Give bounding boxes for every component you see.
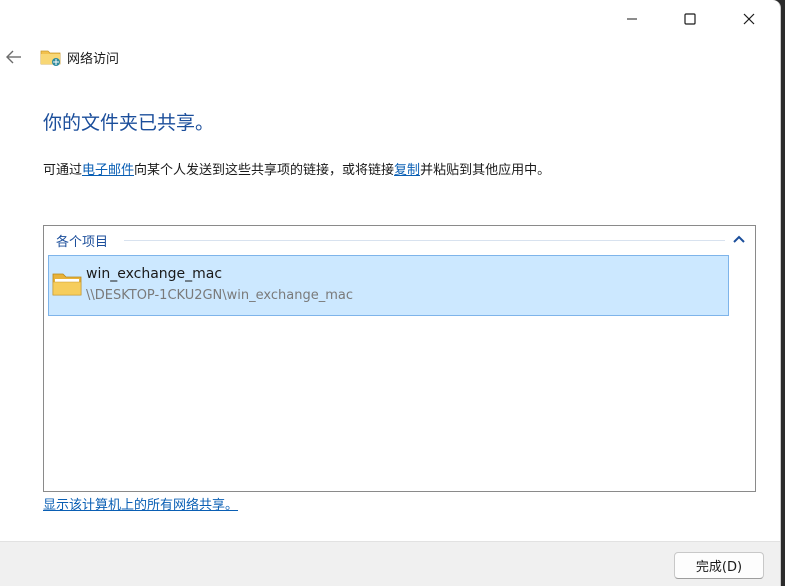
minimize-button[interactable] — [602, 0, 662, 38]
network-folder-icon — [40, 50, 61, 66]
footer: 完成(D) — [0, 541, 780, 586]
back-button[interactable] — [2, 45, 26, 69]
page-heading: 你的文件夹已共享。 — [43, 112, 215, 134]
chevron-up-icon — [733, 235, 745, 243]
maximize-button[interactable] — [660, 0, 720, 38]
window-title: 网络访问 — [67, 52, 120, 67]
minimize-icon — [627, 18, 637, 20]
network-access-window: 网络访问 你的文件夹已共享。 可通过电子邮件向某个人发送到这些共享项的链接，或将… — [0, 0, 781, 586]
copy-link[interactable]: 复制 — [394, 163, 420, 178]
back-arrow-icon — [6, 50, 21, 64]
group-divider — [124, 240, 725, 241]
instructions-part3: 并粘贴到其他应用中。 — [420, 163, 551, 178]
folder-icon — [52, 273, 82, 296]
maximize-icon — [684, 13, 696, 25]
group-header: 各个项目 — [56, 231, 115, 250]
collapse-group-button[interactable] — [731, 232, 747, 246]
close-icon — [743, 13, 755, 25]
close-button[interactable] — [719, 0, 779, 38]
instructions-part1: 可通过 — [43, 163, 83, 178]
item-path: \\DESKTOP-1CKU2GN\win_exchange_mac — [86, 288, 353, 303]
list-item[interactable]: win_exchange_mac \\DESKTOP-1CKU2GN\win_e… — [48, 255, 729, 316]
instructions-text: 可通过电子邮件向某个人发送到这些共享项的链接，或将链接复制并粘贴到其他应用中。 — [43, 159, 550, 178]
item-name: win_exchange_mac — [86, 266, 223, 282]
shared-items-list[interactable]: 各个项目 win_exchange_mac \\DESKTOP-1CKU2GN\… — [43, 225, 756, 492]
email-link[interactable]: 电子邮件 — [82, 163, 134, 178]
show-all-shares-link[interactable]: 显示该计算机上的所有网络共享。 — [43, 494, 238, 513]
instructions-part2: 向某个人发送到这些共享项的链接，或将链接 — [134, 163, 395, 178]
done-button[interactable]: 完成(D) — [674, 552, 764, 579]
